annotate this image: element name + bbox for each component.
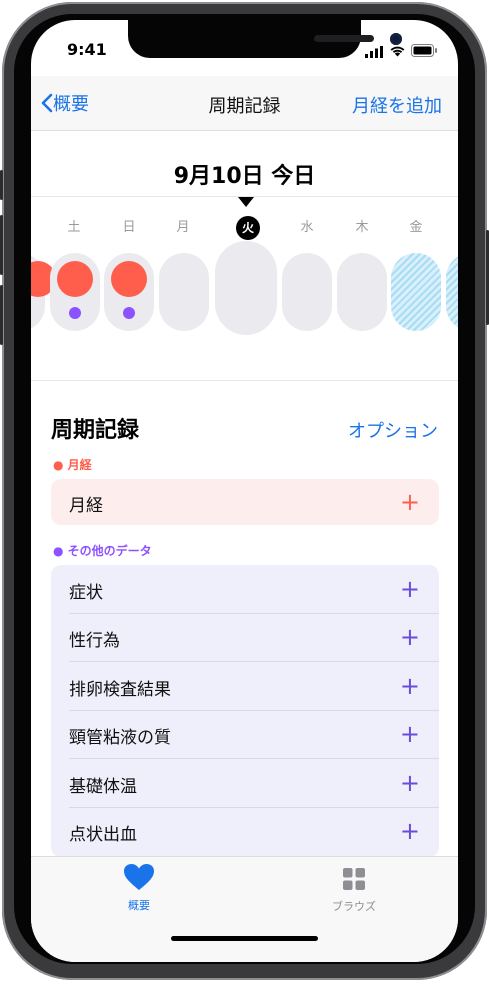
add-symptom-plus-icon[interactable]: +	[400, 577, 420, 601]
day-pill[interactable]	[50, 253, 100, 331]
weekday-label: 日	[122, 220, 136, 235]
weekday-label-today: 火	[236, 216, 260, 240]
other-group-header: ● その他のデータ	[53, 544, 152, 558]
period-card	[51, 479, 439, 525]
add-sexual-activity-plus-icon[interactable]: +	[400, 625, 420, 649]
row-divider	[69, 710, 439, 711]
mute-switch	[0, 170, 3, 200]
section-title: 周期記録	[51, 418, 140, 443]
other-row-label[interactable]: 排卵検査結果	[69, 675, 171, 700]
weekday-label: 水	[300, 220, 314, 235]
other-row-label[interactable]: 基礎体温	[69, 772, 137, 797]
today-pointer-icon	[238, 197, 254, 207]
tab-browse[interactable]: ブラウズ	[324, 867, 384, 914]
tab-browse-label: ブラウズ	[332, 900, 376, 913]
row-divider	[69, 807, 439, 808]
other-row-label[interactable]: 点状出血	[69, 820, 137, 845]
other-data-dot	[69, 307, 81, 319]
volume-down-button	[0, 285, 3, 345]
day-pill[interactable]	[159, 253, 209, 331]
row-divider	[69, 661, 439, 662]
weekday-label: 月	[176, 220, 190, 235]
screen: 9:41 概要 周期記録 月経を追加 9月10日 今日 土 日 月 火 水 木 …	[31, 20, 458, 962]
heart-icon	[124, 864, 154, 890]
grid-icon	[343, 868, 365, 890]
day-pill[interactable]	[337, 253, 387, 331]
tab-summary-label: 概要	[128, 899, 150, 912]
period-group-header: ● 月経	[53, 458, 92, 472]
battery-icon	[411, 42, 438, 61]
signal-icon	[365, 43, 383, 62]
period-dot	[57, 261, 93, 297]
notch	[128, 20, 402, 58]
date-title: 9月10日 今日	[173, 164, 316, 189]
add-spotting-plus-icon[interactable]: +	[400, 819, 420, 843]
day-pill-predicted[interactable]	[446, 253, 458, 331]
tab-summary[interactable]: 概要	[115, 863, 163, 913]
speaker	[314, 35, 374, 42]
other-group-label: その他のデータ	[67, 544, 152, 558]
home-indicator[interactable]	[171, 936, 318, 941]
period-group-label: 月経	[67, 458, 92, 472]
other-row-label[interactable]: 頸管粘液の質	[69, 723, 171, 748]
volume-up-button	[0, 215, 3, 275]
other-data-dot	[123, 307, 135, 319]
row-divider	[69, 613, 439, 614]
add-basal-temp-plus-icon[interactable]: +	[400, 771, 420, 795]
other-row-label[interactable]: 症状	[69, 578, 103, 603]
wifi-icon	[389, 42, 406, 61]
other-data-card	[51, 565, 439, 857]
status-time: 9:41	[67, 40, 107, 59]
day-pill-today[interactable]	[215, 241, 277, 335]
calendar-divider	[31, 380, 458, 381]
weekday-label: 金	[409, 220, 423, 235]
weekday-label: 土	[67, 220, 81, 235]
weekday-label: 木	[355, 220, 369, 235]
day-pill[interactable]	[104, 253, 154, 331]
other-row-label[interactable]: 性行為	[69, 626, 120, 651]
add-ovulation-test-plus-icon[interactable]: +	[400, 674, 420, 698]
tab-bar	[31, 856, 458, 962]
add-period-button[interactable]: 月経を追加	[352, 92, 442, 118]
row-divider	[69, 758, 439, 759]
day-pill-predicted[interactable]	[391, 253, 441, 331]
day-pill[interactable]	[31, 253, 56, 331]
add-cervical-mucus-plus-icon[interactable]: +	[400, 722, 420, 746]
period-dot	[111, 261, 147, 297]
period-row-label[interactable]: 月経	[69, 491, 103, 516]
options-button[interactable]: オプション	[348, 417, 438, 443]
add-period-plus-icon[interactable]: +	[400, 490, 420, 514]
day-pill[interactable]	[282, 253, 332, 331]
